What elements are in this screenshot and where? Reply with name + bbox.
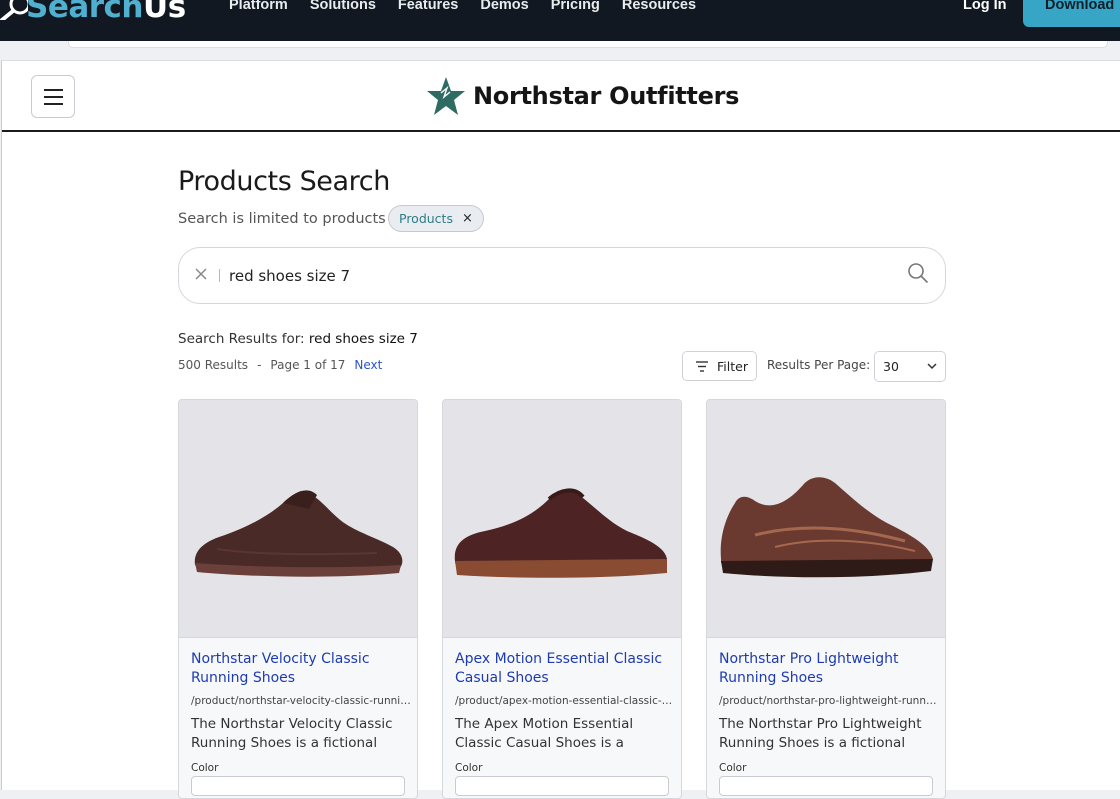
- product-url: /product/northstar-pro-lightweight-runni…: [719, 695, 939, 707]
- nav-pricing[interactable]: Pricing: [551, 0, 600, 13]
- menu-line-icon: [44, 103, 63, 105]
- search-scope-text: Search is limited to products: [178, 211, 386, 227]
- trail-shoe-image: [720, 477, 933, 578]
- demo-site-frame: Northstar Outfitters Products Search Sea…: [1, 60, 1120, 799]
- results-meta: 500 Results - Page 1 of 17 Next: [178, 358, 382, 372]
- product-description: The Apex Motion Essential Classic Casual…: [455, 716, 634, 751]
- rpp-value: 30: [883, 359, 899, 374]
- clear-search-icon[interactable]: [194, 267, 208, 281]
- site-brand[interactable]: Northstar Outfitters: [425, 75, 739, 117]
- nav-solutions[interactable]: Solutions: [310, 0, 376, 13]
- results-count: 500 Results: [178, 358, 249, 372]
- page-title: Products Search: [178, 166, 390, 197]
- hamburger-menu-button[interactable]: [31, 75, 75, 118]
- nav-menu: Platform Solutions Features Demos Pricin…: [229, 0, 696, 13]
- menu-line-icon: [44, 96, 63, 98]
- menu-line-icon: [44, 89, 63, 91]
- nav-platform[interactable]: Platform: [229, 0, 288, 13]
- star-logo-icon: [427, 77, 465, 115]
- filter-icon: [696, 361, 708, 372]
- results-per-page-select[interactable]: 30: [874, 351, 946, 382]
- product-card[interactable]: Apex Motion Essential Classic Casual Sho…: [442, 399, 682, 799]
- next-page-link[interactable]: Next: [354, 358, 382, 372]
- product-url: /product/apex-motion-essential-classic-c…: [455, 695, 675, 707]
- search-icon[interactable]: [907, 262, 929, 284]
- color-label: Color: [191, 762, 219, 774]
- casual-shoe-image: [454, 488, 667, 578]
- product-url: /product/northstar-velocity-classic-runn…: [191, 695, 411, 707]
- product-card[interactable]: Northstar Velocity Classic Running Shoes…: [178, 399, 418, 799]
- product-image[interactable]: [443, 400, 681, 638]
- product-card[interactable]: Northstar Pro Lightweight Running Shoes …: [706, 399, 946, 799]
- running-shoe-image: [194, 490, 403, 577]
- magnifier-logo-icon: [0, 0, 28, 20]
- product-title[interactable]: Northstar Velocity Classic Running Shoes: [191, 650, 411, 688]
- nav-features[interactable]: Features: [398, 0, 458, 13]
- site-header: Northstar Outfitters: [2, 61, 1120, 132]
- color-select[interactable]: [191, 776, 405, 796]
- nav-resources[interactable]: Resources: [622, 0, 696, 13]
- search-input[interactable]: [229, 262, 879, 290]
- search-divider: [219, 269, 220, 282]
- results-for-label: Search Results for:: [178, 331, 305, 347]
- product-description: The Northstar Pro Lightweight Running Sh…: [719, 716, 922, 751]
- logo-text: SearchUs: [26, 0, 186, 25]
- page-info: Page 1 of 17: [270, 358, 346, 372]
- demo-strip: [0, 41, 1120, 60]
- product-description: The Northstar Velocity Classic Running S…: [191, 716, 393, 751]
- color-select[interactable]: [455, 776, 669, 796]
- filter-button[interactable]: Filter: [682, 351, 757, 381]
- demo-strip-bar: [68, 41, 1108, 48]
- brand-name: Northstar Outfitters: [473, 82, 740, 110]
- product-title[interactable]: Apex Motion Essential Classic Casual Sho…: [455, 650, 675, 688]
- results-for-line: Search Results for: red shoes size 7: [178, 331, 418, 347]
- product-image[interactable]: [179, 400, 417, 638]
- top-navbar: SearchUs Platform Solutions Features Dem…: [0, 0, 1120, 41]
- download-button[interactable]: Download: [1023, 0, 1120, 27]
- login-link[interactable]: Log In: [963, 0, 1007, 13]
- chip-remove-icon[interactable]: ×: [462, 211, 473, 226]
- color-label: Color: [455, 762, 483, 774]
- color-select[interactable]: [719, 776, 933, 796]
- nav-demos[interactable]: Demos: [480, 0, 528, 13]
- chip-label: Products: [399, 211, 453, 226]
- search-box: [178, 247, 946, 304]
- product-title[interactable]: Northstar Pro Lightweight Running Shoes: [719, 650, 939, 688]
- color-label: Color: [719, 762, 747, 774]
- results-per-page-label: Results Per Page:: [767, 358, 871, 372]
- product-image[interactable]: [707, 400, 945, 638]
- meta-separator: -: [257, 358, 262, 372]
- products-filter-chip: Products ×: [388, 205, 484, 232]
- chevron-down-icon: [927, 363, 937, 370]
- results-for-query: red shoes size 7: [308, 331, 418, 347]
- filter-label: Filter: [717, 359, 748, 374]
